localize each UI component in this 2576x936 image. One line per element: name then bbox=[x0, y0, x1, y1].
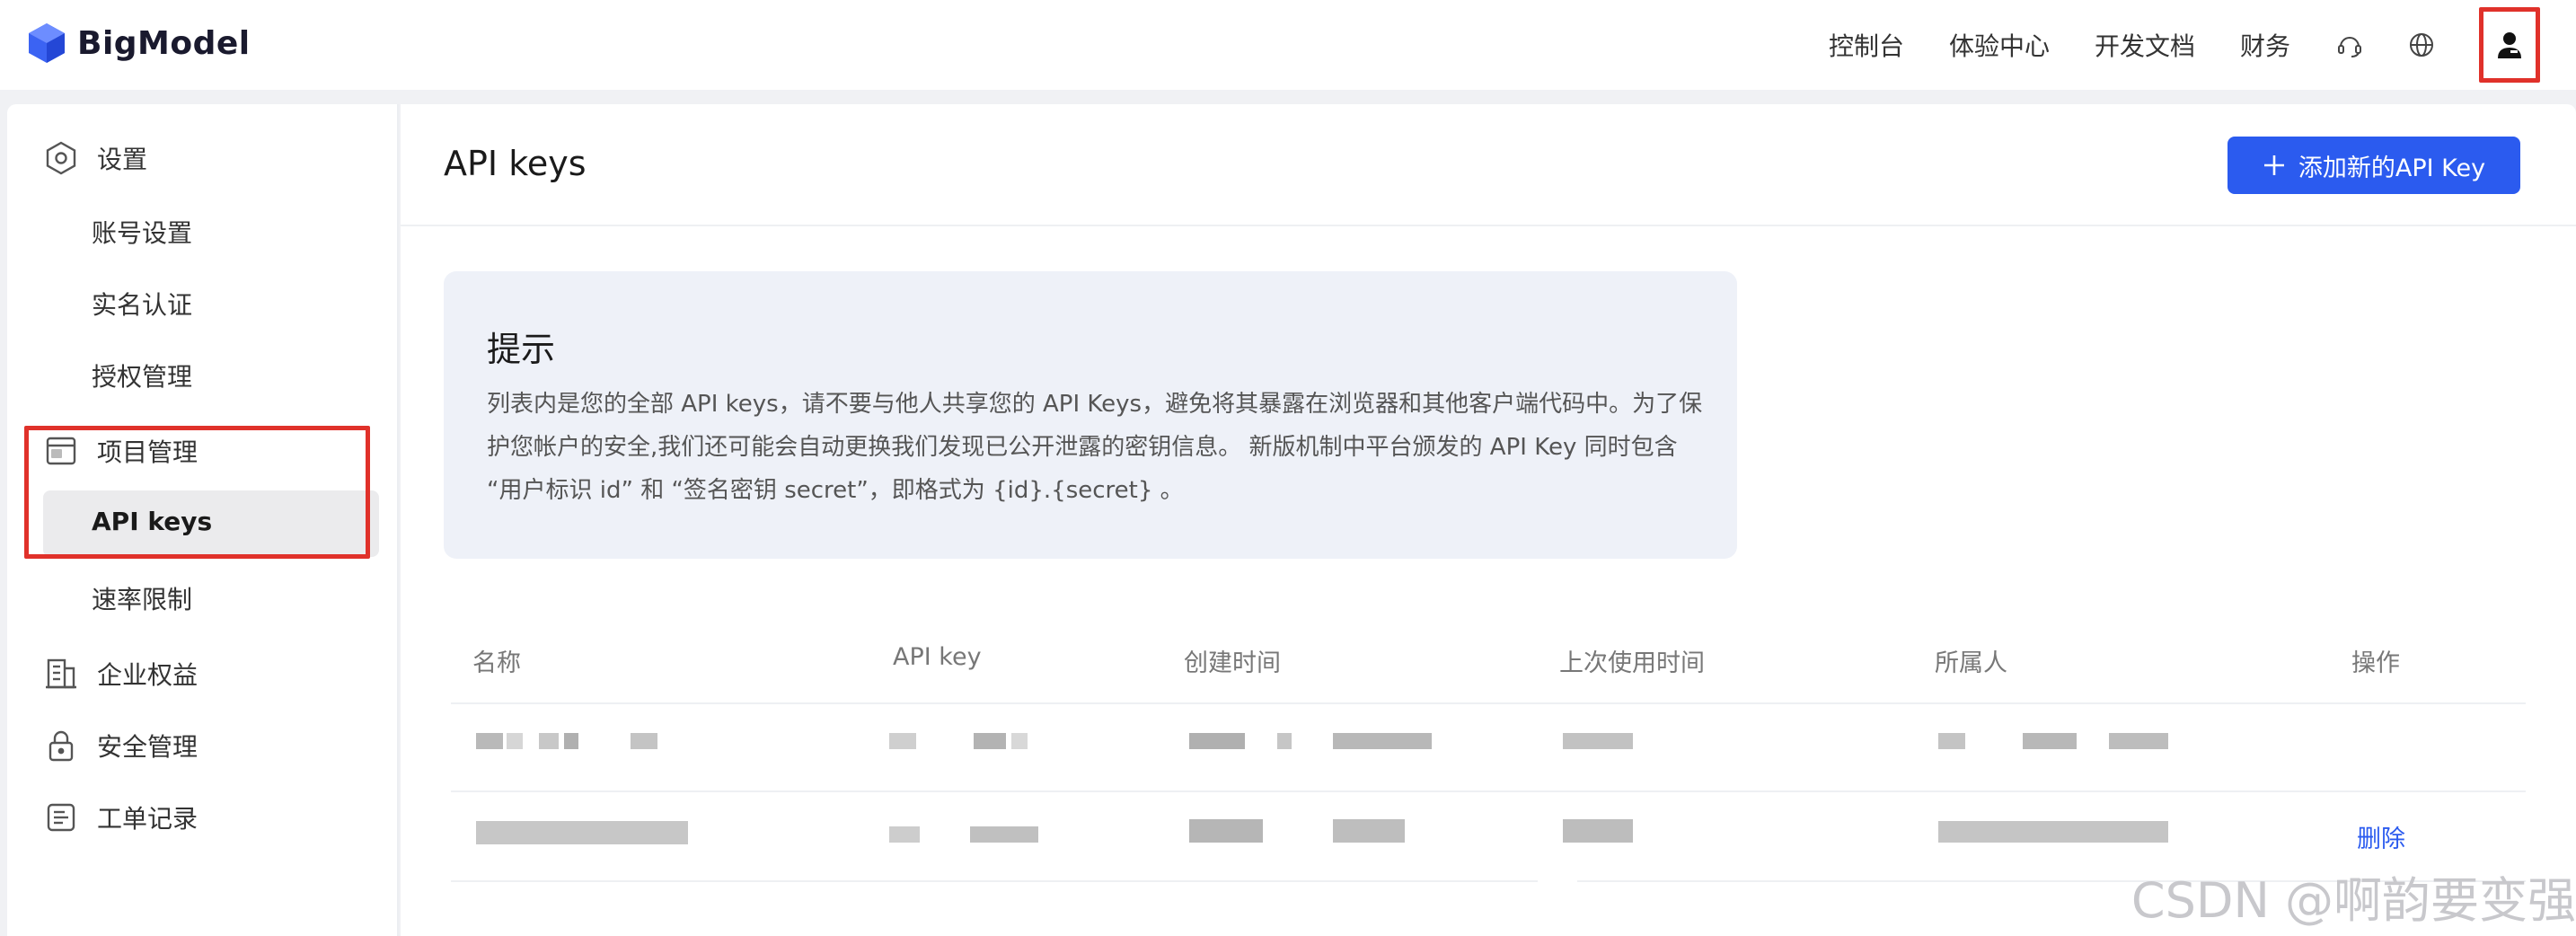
sidebar-group-project[interactable]: 项目管理 bbox=[43, 433, 198, 469]
watermark: CSDN @啊韵要变强 bbox=[2130, 872, 2576, 929]
project-icon bbox=[46, 437, 76, 465]
column-header-created-at: 创建时间 bbox=[1184, 649, 1281, 677]
sidebar: 设置 账号设置 实名认证 授权管理 项目管理 API keys 速率限制 企业权… bbox=[7, 104, 399, 936]
sidebar-item-realname-auth[interactable]: 实名认证 bbox=[92, 286, 192, 322]
brand-logo[interactable]: BigModel bbox=[27, 22, 251, 65]
redacted-name bbox=[476, 733, 683, 749]
top-nav: 控制台 体验中心 开发文档 财务 bbox=[1829, 0, 2576, 90]
sidebar-group-project-label: 项目管理 bbox=[97, 437, 198, 467]
redacted-last-used bbox=[1563, 819, 1635, 843]
plus-icon bbox=[2263, 155, 2284, 175]
nav-dev-docs[interactable]: 开发文档 bbox=[2095, 27, 2195, 63]
nav-finance[interactable]: 财务 bbox=[2240, 27, 2290, 63]
nav-console[interactable]: 控制台 bbox=[1829, 27, 1904, 63]
column-header-api-key: API key bbox=[893, 643, 982, 671]
redacted-owner bbox=[1938, 821, 2172, 843]
sidebar-group-settings-label: 设置 bbox=[97, 145, 148, 174]
sidebar-group-enterprise-label: 企业权益 bbox=[97, 660, 198, 690]
row-divider bbox=[451, 790, 2526, 792]
lock-icon bbox=[49, 730, 74, 762]
sidebar-group-security[interactable]: 安全管理 bbox=[43, 728, 198, 764]
notice-text: 列表内是您的全部 API keys，请不要与他人共享您的 API Keys，避免… bbox=[487, 391, 1703, 504]
brand-name: BigModel bbox=[77, 24, 251, 62]
column-header-name: 名称 bbox=[472, 649, 521, 677]
column-header-owner: 所属人 bbox=[1935, 649, 2007, 677]
sidebar-item-api-keys-label: API keys bbox=[92, 507, 213, 536]
redacted-api-key bbox=[889, 733, 1051, 749]
sidebar-group-tickets-label: 工单记录 bbox=[97, 804, 198, 834]
top-bar: BigModel 控制台 体验中心 开发文档 财务 bbox=[0, 0, 2576, 90]
sidebar-group-settings[interactable]: 设置 bbox=[43, 140, 147, 176]
sidebar-group-security-label: 安全管理 bbox=[97, 732, 198, 762]
redacted-created-at bbox=[1189, 819, 1405, 843]
redacted-api-key bbox=[889, 826, 1042, 843]
page-title: API keys bbox=[444, 144, 587, 183]
ticket-icon bbox=[47, 803, 75, 832]
sidebar-item-authorization[interactable]: 授权管理 bbox=[92, 358, 192, 393]
notice-title: 提示 bbox=[487, 330, 556, 369]
globe-icon[interactable] bbox=[2407, 31, 2436, 59]
redacted-owner bbox=[1938, 733, 2172, 749]
delete-button[interactable]: 删除 bbox=[2357, 819, 2405, 854]
settings-icon bbox=[46, 141, 76, 175]
user-icon bbox=[2498, 32, 2521, 58]
add-api-key-label: 添加新的API Key bbox=[2298, 154, 2486, 182]
building-icon bbox=[46, 658, 76, 689]
column-header-actions: 操作 bbox=[2351, 649, 2400, 677]
notice-panel: 提示 列表内是您的全部 API keys，请不要与他人共享您的 API Keys… bbox=[444, 271, 1737, 559]
redacted-created-at bbox=[1189, 733, 1432, 749]
header-divider-line bbox=[451, 702, 2526, 704]
sidebar-item-rate-limit[interactable]: 速率限制 bbox=[92, 580, 192, 616]
headset-icon[interactable] bbox=[2335, 31, 2364, 59]
row-divider bbox=[451, 880, 1538, 882]
redacted-last-used bbox=[1563, 733, 1635, 749]
header-divider bbox=[401, 225, 2576, 226]
main-panel: API keys 添加新的API Key 提示 列表内是您的全部 API key… bbox=[401, 104, 2576, 936]
sidebar-group-tickets[interactable]: 工单记录 bbox=[43, 799, 198, 835]
brand-logo-icon bbox=[29, 23, 65, 63]
redacted-name bbox=[476, 821, 692, 844]
nav-experience-center[interactable]: 体验中心 bbox=[1949, 27, 2050, 63]
user-menu-button[interactable] bbox=[2479, 7, 2540, 83]
add-api-key-button[interactable]: 添加新的API Key bbox=[2228, 137, 2520, 194]
sidebar-item-account-settings[interactable]: 账号设置 bbox=[92, 214, 192, 250]
column-header-last-used: 上次使用时间 bbox=[1559, 649, 1705, 677]
sidebar-group-enterprise[interactable]: 企业权益 bbox=[43, 656, 198, 692]
